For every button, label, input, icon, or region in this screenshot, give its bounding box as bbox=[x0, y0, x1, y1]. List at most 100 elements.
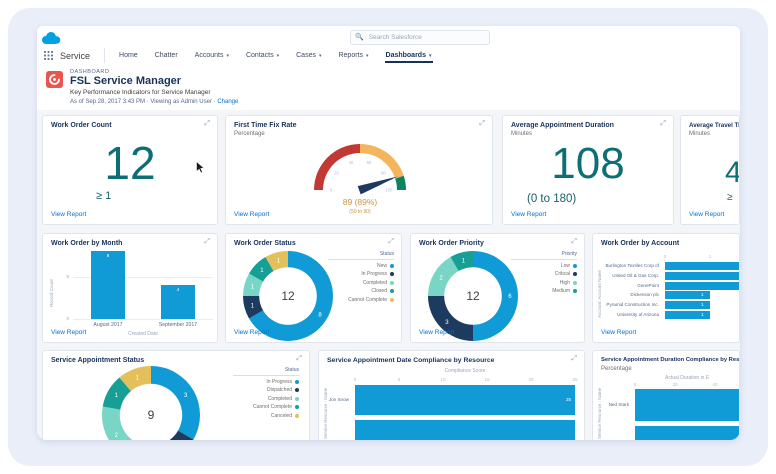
nav-tab-cases[interactable]: Cases▾ bbox=[295, 48, 322, 63]
search-icon: 🔍 bbox=[355, 34, 364, 41]
legend-swatch bbox=[295, 380, 299, 384]
legend-label: In Progress bbox=[266, 379, 292, 385]
x-category-label: August 2017 bbox=[68, 322, 148, 328]
legend-item[interactable]: Cannot Complete bbox=[233, 404, 299, 410]
legend-swatch bbox=[295, 397, 299, 401]
bar[interactable] bbox=[355, 420, 575, 440]
bar[interactable] bbox=[665, 282, 740, 290]
y-axis-label: Record Count bbox=[49, 279, 54, 307]
legend-item[interactable]: Completed bbox=[328, 280, 394, 286]
legend-label: Cannot Complete bbox=[348, 297, 387, 303]
legend-label: Canceled bbox=[271, 413, 292, 419]
gauge-tick-label: 80 bbox=[381, 171, 386, 176]
card-average-travel-time: Average Travel Time Minutes 4 ≥ View Rep… bbox=[680, 115, 740, 225]
mouse-cursor bbox=[196, 161, 205, 179]
x-tick-label: 20 bbox=[667, 382, 683, 387]
global-search[interactable]: 🔍 bbox=[350, 30, 490, 45]
legend-item[interactable]: Critical bbox=[511, 271, 577, 277]
expand-icon[interactable]: ⤢ bbox=[296, 355, 302, 363]
legend-item[interactable]: Dispatched bbox=[233, 387, 299, 393]
legend-title: Priority bbox=[511, 251, 577, 260]
bar[interactable] bbox=[91, 251, 125, 319]
expand-icon[interactable]: ⤢ bbox=[388, 238, 394, 246]
view-report-link[interactable]: View Report bbox=[234, 211, 269, 218]
nav-tab-home[interactable]: Home bbox=[118, 48, 139, 63]
bar-value-label: 1 bbox=[701, 311, 704, 319]
donut-segment[interactable] bbox=[151, 366, 200, 440]
legend-label: Completed bbox=[363, 280, 387, 286]
card-work-order-count: Work Order Count ⤢ 12 ≥ 1 View Report bbox=[42, 115, 218, 225]
legend-item[interactable]: New bbox=[328, 263, 394, 269]
legend-item[interactable]: Closed bbox=[328, 288, 394, 294]
legend-item[interactable]: Low bbox=[511, 263, 577, 269]
legend-label: In Progress bbox=[361, 271, 387, 277]
expand-icon[interactable]: ⤢ bbox=[204, 120, 210, 128]
legend-item[interactable]: In Progress bbox=[328, 271, 394, 277]
view-report-link[interactable]: View Report bbox=[689, 211, 724, 218]
legend-item[interactable]: Cannot Complete bbox=[328, 297, 394, 303]
expand-icon[interactable]: ⤢ bbox=[571, 238, 577, 246]
change-viewing-user-link[interactable]: Change bbox=[217, 99, 238, 105]
card-work-order-by-account: Work Order by Account Account: Account N… bbox=[592, 233, 740, 343]
legend-swatch bbox=[573, 264, 577, 268]
bar[interactable] bbox=[665, 262, 740, 270]
legend-swatch bbox=[573, 281, 577, 285]
legend-item[interactable]: Canceled bbox=[233, 413, 299, 419]
gridline bbox=[73, 319, 213, 320]
category-label: Jon Snow bbox=[319, 385, 352, 415]
screenshot-canvas: { "topbar": { "search_placeholder": "Sea… bbox=[0, 0, 776, 474]
app-launcher-icon[interactable] bbox=[44, 51, 53, 60]
gauge-range-label: (50 to 90) bbox=[349, 209, 371, 215]
gauge-tick-label: 100 bbox=[386, 188, 394, 193]
legend-item[interactable]: Completed bbox=[233, 396, 299, 402]
x-tick-label: 5 bbox=[391, 377, 407, 382]
donut-segment[interactable] bbox=[102, 406, 140, 440]
view-report-link[interactable]: View Report bbox=[51, 211, 86, 218]
nav-tab-contacts[interactable]: Contacts▾ bbox=[245, 48, 280, 63]
view-report-link[interactable]: View Report bbox=[511, 211, 546, 218]
bar-value-label: 8 bbox=[91, 253, 125, 258]
nav-tab-dashboards[interactable]: Dashboards▾ bbox=[385, 48, 433, 63]
legend-item[interactable]: High bbox=[511, 280, 577, 286]
view-report-link[interactable]: View Report bbox=[234, 329, 269, 336]
legend-swatch bbox=[390, 272, 394, 276]
view-report-link[interactable]: View Report bbox=[601, 329, 636, 336]
browser-app-window: 🔍 Service HomeChatterAccounts▾Contacts▾C… bbox=[37, 26, 740, 440]
y-tick-label: 0 bbox=[57, 316, 69, 321]
card-sa-date-compliance: Service Appointment Date Compliance by R… bbox=[318, 350, 585, 440]
expand-icon[interactable]: ⤢ bbox=[479, 120, 485, 128]
legend-label: Completed bbox=[268, 396, 292, 402]
expand-icon[interactable]: ⤢ bbox=[660, 120, 666, 128]
legend-swatch bbox=[295, 405, 299, 409]
x-category-label: September 2017 bbox=[138, 322, 218, 328]
metric-note: ≥ 1 bbox=[96, 190, 111, 202]
legend-label: Medium bbox=[552, 288, 570, 294]
search-input[interactable] bbox=[367, 33, 485, 42]
legend-label: High bbox=[560, 280, 570, 286]
bar[interactable] bbox=[635, 426, 740, 440]
bar[interactable] bbox=[665, 272, 740, 280]
legend-swatch bbox=[390, 281, 394, 285]
category-label: Dickenson plc bbox=[593, 291, 662, 299]
card-work-order-by-month: Work Order by Month ⤢ Record Count058Aug… bbox=[42, 233, 218, 343]
legend-item[interactable]: Medium bbox=[511, 288, 577, 294]
card-work-order-status: Work Order Status ⤢ 8111112 StatusNewIn … bbox=[225, 233, 402, 343]
nav-tab-accounts[interactable]: Accounts▾ bbox=[194, 48, 230, 63]
legend-item[interactable]: In Progress bbox=[233, 379, 299, 385]
legend-label: Cannot Complete bbox=[253, 404, 292, 410]
gauge-band bbox=[314, 144, 360, 190]
bar[interactable] bbox=[355, 385, 575, 415]
x-tick-label: 0 bbox=[657, 254, 673, 259]
metric-note: (0 to 180) bbox=[527, 193, 576, 205]
view-report-link[interactable]: View Report bbox=[419, 329, 454, 336]
nav-tab-reports[interactable]: Reports▾ bbox=[337, 48, 369, 63]
bar-chart: Record Count058August 20174September 201… bbox=[43, 234, 218, 343]
card-title: First Time Fix Rate bbox=[234, 122, 297, 129]
bar[interactable] bbox=[635, 389, 740, 421]
chart-legend: StatusIn ProgressDispatchedCompletedCann… bbox=[233, 367, 299, 419]
bar-value-label: 25 bbox=[566, 385, 571, 415]
view-report-link[interactable]: View Report bbox=[51, 329, 86, 336]
nav-tab-chatter[interactable]: Chatter bbox=[154, 48, 179, 63]
chevron-down-icon: ▾ bbox=[277, 53, 280, 59]
card-title: Work Order Priority bbox=[419, 240, 484, 247]
